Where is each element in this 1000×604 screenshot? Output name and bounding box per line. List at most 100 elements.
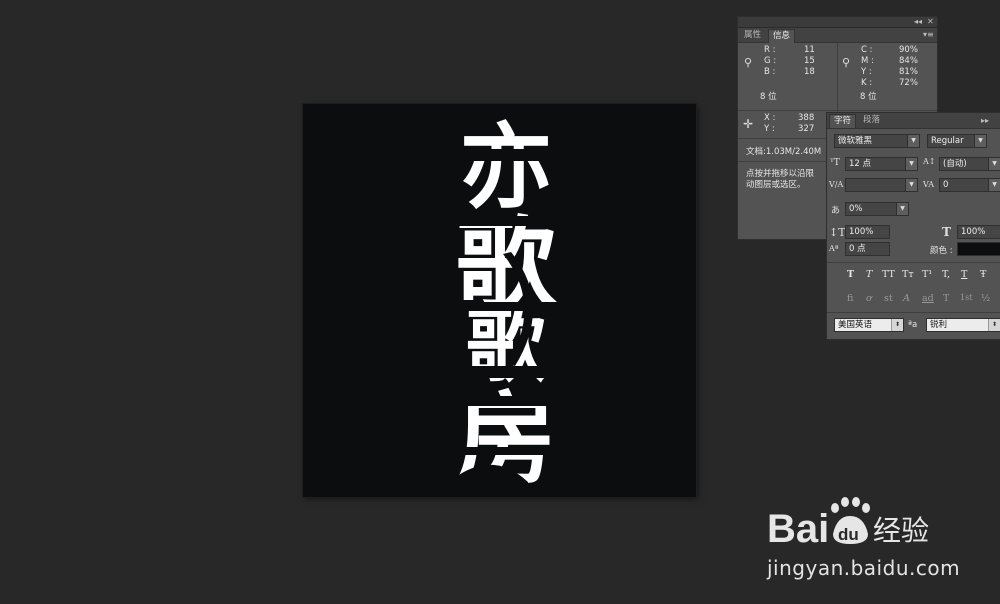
- subscript-button[interactable]: T,: [942, 269, 950, 280]
- panel-menu-icon[interactable]: ▾≡: [923, 30, 934, 40]
- kerning-field[interactable]: ▼: [845, 178, 918, 192]
- vertical-scale-value: 100%: [849, 227, 874, 237]
- font-size-field[interactable]: 12 点 ▼: [845, 157, 918, 171]
- chevron-down-icon[interactable]: ▼: [896, 203, 908, 215]
- tsume-value: 0%: [849, 204, 863, 214]
- m-label: M :: [861, 56, 874, 66]
- chevron-down-icon[interactable]: ▼: [988, 158, 1000, 170]
- kerning-icon: V/A: [829, 180, 844, 189]
- watermark-url: jingyan.baidu.com: [767, 556, 961, 580]
- titling-alternates-button[interactable]: ad: [922, 293, 934, 304]
- chevron-updown-icon[interactable]: ⬍: [891, 319, 903, 331]
- underline-button[interactable]: T: [961, 269, 967, 280]
- font-style-select[interactable]: Regular ▼: [927, 134, 987, 148]
- strikethrough-button[interactable]: Ŧ: [980, 269, 986, 280]
- text-artwork: 亦 歌 歌 房: [433, 114, 583, 497]
- y-value: 327: [798, 124, 815, 134]
- brand-du-text: du: [838, 525, 859, 544]
- c-label: C :: [861, 45, 873, 55]
- eyedropper-icon[interactable]: ⚲: [744, 56, 752, 69]
- brand-cn-text: 经验: [873, 514, 929, 547]
- leading-field[interactable]: (自动) ▼: [939, 157, 1000, 171]
- superscript-button[interactable]: T¹: [922, 269, 932, 280]
- baseline-shift-field[interactable]: 0 点: [845, 242, 890, 256]
- antialias-value: 锐利: [930, 320, 948, 330]
- faux-italic-button[interactable]: T: [866, 269, 872, 280]
- ordinals-button[interactable]: 1st: [960, 293, 972, 302]
- chevron-down-icon[interactable]: ▼: [907, 135, 919, 147]
- c-value: 90%: [899, 45, 918, 55]
- brand-text: Bai: [767, 507, 829, 551]
- panel-topbar[interactable]: ◂◂ ✕: [738, 17, 937, 28]
- g-value: 15: [804, 56, 815, 66]
- divider: [827, 262, 1000, 263]
- baseline-shift-icon: Aª: [829, 244, 839, 253]
- tab-info[interactable]: 信息: [768, 29, 796, 43]
- color-swatch[interactable]: [957, 242, 1000, 256]
- b-value: 18: [804, 67, 815, 77]
- hint-line-2: 动图层或选区。: [746, 180, 806, 190]
- leading-icon: A↕: [923, 157, 936, 166]
- ligatures-button[interactable]: fi: [847, 293, 853, 304]
- k-value: 72%: [899, 78, 918, 88]
- k-label: K :: [861, 78, 873, 88]
- vertical-scale-icon: ↕T: [829, 226, 846, 239]
- ornaments-button[interactable]: T: [943, 293, 949, 304]
- y-value: 81%: [899, 67, 918, 77]
- swash-button[interactable]: st: [884, 293, 893, 304]
- artwork-char-3: 歌: [466, 300, 547, 393]
- faux-bold-button[interactable]: T: [847, 269, 854, 280]
- font-size-value: 12 点: [849, 159, 872, 169]
- bit-depth-left: 8 位: [760, 92, 777, 102]
- chevron-down-icon[interactable]: ▼: [974, 135, 986, 147]
- chevron-updown-icon[interactable]: ⬍: [988, 319, 1000, 331]
- y-label: Y :: [764, 124, 775, 134]
- tab-character[interactable]: 字符: [829, 114, 857, 128]
- tracking-field[interactable]: 0 ▼: [939, 178, 1000, 192]
- language-value: 美国英语: [838, 320, 873, 330]
- r-value: 11: [804, 45, 815, 55]
- tracking-icon: VA: [923, 180, 935, 189]
- font-style-value: Regular: [931, 136, 964, 146]
- tab-paragraph[interactable]: 段落: [859, 114, 884, 127]
- antialias-icon: ªa: [908, 320, 918, 330]
- baidu-logo: Bai du 经验: [767, 497, 929, 551]
- horizontal-scale-icon: T: [942, 225, 951, 239]
- vertical-scale-field[interactable]: 100%: [845, 225, 890, 239]
- expand-icon[interactable]: ▸▸: [981, 116, 989, 126]
- horizontal-scale-field[interactable]: 100%: [957, 225, 1000, 239]
- fractions-button[interactable]: ½: [981, 293, 990, 304]
- discretionary-ligatures-button[interactable]: ơ: [866, 293, 872, 304]
- small-caps-button[interactable]: Tт: [902, 269, 914, 280]
- baseline-shift-value: 0 点: [849, 244, 866, 254]
- horizontal-scale-value: 100%: [961, 227, 986, 237]
- y-label: Y :: [861, 67, 872, 77]
- leading-value: (自动): [943, 159, 967, 169]
- eyedropper-icon[interactable]: ⚲: [842, 56, 850, 69]
- b-label: B :: [764, 67, 776, 77]
- tsume-field[interactable]: 0% ▼: [845, 202, 909, 216]
- close-icon[interactable]: ✕: [927, 17, 934, 27]
- font-family-select[interactable]: 微软雅黑 ▼: [834, 134, 920, 148]
- antialias-select[interactable]: 锐利 ⬍: [926, 318, 1000, 332]
- canvas-document[interactable]: 亦 歌 歌 房: [303, 104, 696, 497]
- artwork-char-1: 亦: [460, 114, 552, 221]
- chevron-down-icon[interactable]: ▼: [988, 179, 1000, 191]
- crosshair-icon: ✛: [743, 117, 754, 131]
- language-select[interactable]: 美国英语 ⬍: [834, 318, 904, 332]
- stylistic-alternates-button[interactable]: A: [903, 293, 910, 304]
- document-size: 文档:1.03M/2.40M: [746, 147, 822, 157]
- collapse-icon[interactable]: ◂◂: [914, 17, 922, 27]
- character-panel: 字符 段落 ▸▸ 微软雅黑 ▼ Regular ▼ ᵀT 12 点 ▼ A↕ (…: [826, 112, 1000, 340]
- chevron-down-icon[interactable]: ▼: [905, 158, 917, 170]
- chevron-down-icon[interactable]: ▼: [905, 179, 917, 191]
- x-label: X :: [764, 113, 776, 123]
- x-value: 388: [798, 113, 815, 123]
- tsume-icon: あ: [831, 206, 841, 216]
- g-label: G :: [764, 56, 777, 66]
- font-size-icon: ᵀT: [830, 158, 840, 168]
- tab-properties[interactable]: 属性: [740, 29, 765, 42]
- divider: [827, 312, 1000, 313]
- all-caps-button[interactable]: TT: [882, 269, 895, 280]
- color-label: 颜色 :: [930, 246, 953, 256]
